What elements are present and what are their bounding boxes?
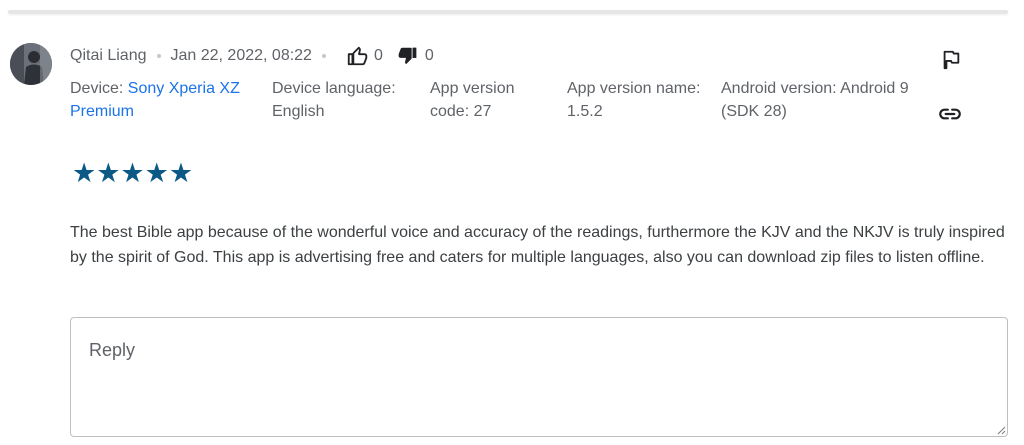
downvote-button[interactable]: 0 <box>397 45 434 67</box>
author-name: Qitai Liang <box>70 47 147 64</box>
device-language-value: English <box>272 103 325 120</box>
link-icon <box>939 108 961 120</box>
avatar <box>10 43 52 85</box>
app-version-name: App version name: 1.5.2 <box>567 80 701 120</box>
copy-link-button[interactable] <box>936 100 964 128</box>
device-info: Device: Sony Xperia XZ Premium <box>70 77 255 123</box>
resize-handle-icon[interactable] <box>996 425 1006 435</box>
device-language-label: Device language: <box>272 80 396 97</box>
thumb-up-icon <box>347 46 368 66</box>
separator-dot <box>156 54 161 58</box>
upvote-button[interactable]: 0 <box>346 45 383 67</box>
upvote-count: 0 <box>373 47 383 64</box>
star-rating: ★★★★★ <box>72 160 193 188</box>
device-language: Device language: English <box>272 77 412 123</box>
separator-dot <box>321 54 326 58</box>
app-version-code: App version code: 27 <box>430 80 515 120</box>
reply-input[interactable] <box>70 317 1008 437</box>
top-divider <box>8 10 1008 14</box>
downvote-count: 0 <box>424 47 434 64</box>
android-version: Android version: Android 9 (SDK 28) <box>721 80 909 120</box>
review-text: The best Bible app because of the wonder… <box>70 224 1005 266</box>
review-meta: Qitai Liang Jan 22, 2022, 08:22 0 0 <box>70 45 434 67</box>
review-date: Jan 22, 2022, 08:22 <box>170 47 312 64</box>
star-icon: ★★★★★ <box>72 158 194 189</box>
thumb-down-icon <box>398 47 417 65</box>
flag-icon <box>943 50 960 70</box>
device-label: Device: <box>70 80 128 97</box>
report-flag-button[interactable] <box>937 46 965 74</box>
